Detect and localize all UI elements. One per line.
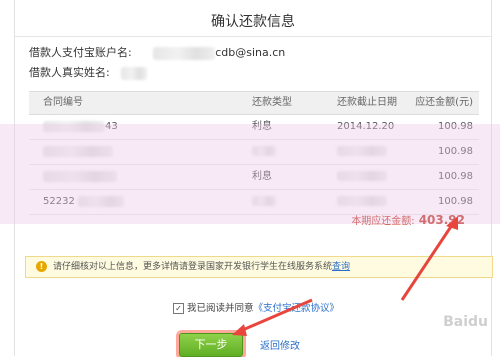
table-row: 100.98 [29, 140, 479, 165]
amount-cell: 100.98 [438, 196, 473, 207]
amount-cell: 100.98 [438, 146, 473, 157]
next-step-button[interactable]: 下一步 [179, 333, 243, 357]
alipay-account-row: 借款人支付宝账户名: cdb@sina.cn [29, 44, 285, 60]
alipay-agreement-link[interactable]: 《支付宝还款协议》 [254, 303, 340, 314]
date-cell [337, 165, 387, 189]
agree-checkbox[interactable]: ✓ [173, 303, 184, 314]
type-cell: 利息 [252, 121, 272, 132]
query-link[interactable]: 查询 [332, 262, 350, 272]
contract-cell [43, 140, 113, 164]
masked-date-blur [337, 196, 387, 206]
agreement-row: ✓ 我已阅读并同意《支付宝还款协议》 [173, 300, 339, 314]
masked-contract-blur [43, 145, 113, 157]
back-edit-link[interactable]: 返回修改 [260, 337, 300, 352]
header-contract: 合同编号 [43, 97, 83, 108]
notice-bar: ! 请仔细核对以上信息，更多详情请登录国家开发银行学生在线服务系统查询 [25, 256, 493, 278]
masked-type-blur [252, 196, 276, 206]
header-due-date: 还款截止日期 [337, 97, 397, 108]
type-cell [252, 190, 276, 214]
date-cell [337, 190, 387, 214]
type-cell [252, 140, 276, 164]
amount-cell: 100.98 [438, 121, 473, 132]
total-label: 本期应还金额: [351, 216, 415, 227]
baidu-watermark: Baidu [443, 314, 488, 330]
notice-text: 请仔细核对以上信息，更多详情请登录国家开发银行学生在线服务系统 [53, 262, 333, 272]
real-name-label: 借款人真实姓名: [29, 66, 110, 79]
masked-contract-blur [77, 195, 124, 207]
alipay-account-label: 借款人支付宝账户名: [29, 46, 132, 59]
page-title: 确认还款信息 [211, 14, 295, 30]
table-row: 利息 100.98 [29, 165, 479, 190]
alipay-account-suffix: cdb@sina.cn [215, 46, 286, 59]
real-name-row: 借款人真实姓名: [29, 64, 148, 80]
agree-text: 我已阅读并同意 [187, 303, 254, 314]
date-cell: 2014.12.20 [337, 121, 395, 132]
amount-cell: 100.98 [438, 171, 473, 182]
header-type: 还款类型 [252, 97, 292, 108]
contract-cell [43, 165, 117, 189]
masked-account-blur [153, 46, 216, 60]
masked-contract-blur [43, 170, 117, 182]
contract-cell: 43 [43, 115, 118, 139]
type-cell: 利息 [252, 171, 272, 182]
repayment-table: 合同编号 还款类型 还款截止日期 应还金额(元) 43 利息 2014.12.2… [29, 91, 479, 215]
masked-type-blur [252, 146, 276, 156]
header-amount: 应还金额(元) [415, 97, 473, 108]
title-divider [15, 36, 491, 37]
masked-date-blur [337, 146, 387, 156]
masked-name-blur [121, 66, 148, 80]
contract-cell: 52232 [43, 190, 124, 214]
total-amount: 403.92 [418, 213, 465, 227]
masked-date-blur [337, 171, 387, 181]
total-due: 本期应还金额: 403.92 [351, 212, 465, 227]
table-row: 43 利息 2014.12.20 100.98 [29, 115, 479, 140]
table-header: 合同编号 还款类型 还款截止日期 应还金额(元) [29, 91, 479, 115]
masked-contract-blur [43, 120, 105, 132]
date-cell [337, 140, 387, 164]
warning-icon: ! [36, 261, 47, 272]
